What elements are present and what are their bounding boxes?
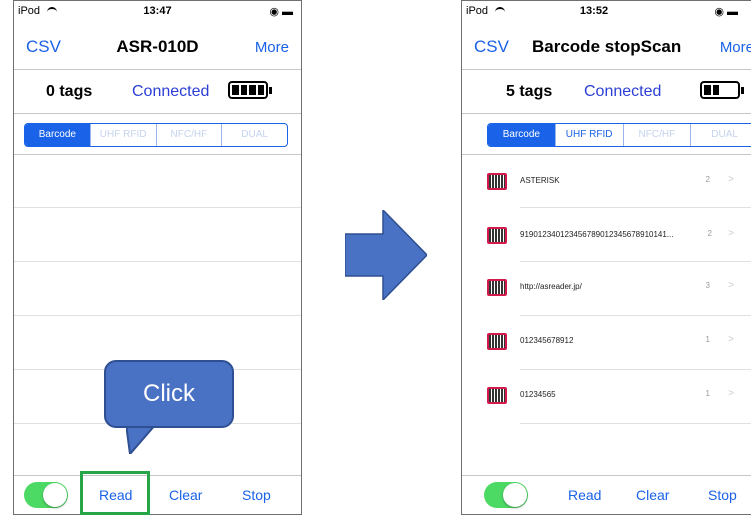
- empty-row-divider: [14, 261, 301, 262]
- empty-row-divider: [14, 315, 301, 316]
- read-button[interactable]: Read: [568, 487, 601, 503]
- barcode-icon: [487, 173, 507, 190]
- clear-button[interactable]: Clear: [169, 487, 202, 503]
- right-arrow-icon: [345, 210, 427, 300]
- status-info-bar: 0 tags Connected: [14, 71, 301, 113]
- read-count: 2: [707, 229, 712, 238]
- barcode-icon: [487, 279, 507, 296]
- battery-status-icon: ◉ ▬: [714, 6, 738, 18]
- row-divider: [520, 207, 751, 208]
- page-title: Barcode stopScan: [532, 37, 682, 56]
- chevron-right-icon: >: [728, 280, 734, 291]
- divider: [14, 69, 301, 70]
- divider: [14, 113, 301, 114]
- read-count: 3: [705, 281, 710, 290]
- status-time: 13:52: [579, 5, 609, 17]
- reader-battery-icon: [700, 81, 744, 99]
- barcode-value: 012345678912: [520, 336, 574, 345]
- stop-button[interactable]: Stop: [242, 487, 271, 503]
- divider: [462, 113, 751, 114]
- barcode-icon: [487, 227, 507, 244]
- row-divider: [520, 423, 751, 424]
- scan-toggle[interactable]: [484, 482, 528, 508]
- callout-text: Click: [143, 380, 195, 407]
- barcode-value: 919012340123456789012345678910141...: [520, 230, 674, 239]
- bottom-toolbar: Read Clear Stop: [14, 475, 301, 514]
- tab-dual[interactable]: DUAL: [691, 124, 751, 146]
- read-count: 2: [705, 175, 710, 184]
- tag-count: 5 tags: [506, 83, 553, 100]
- list-item[interactable]: 919012340123456789012345678910141... 2 >: [462, 213, 751, 261]
- list-item[interactable]: ASTERISK 2 >: [462, 159, 751, 207]
- clear-button[interactable]: Clear: [636, 487, 669, 503]
- more-button[interactable]: More: [720, 39, 751, 56]
- status-time: 13:47: [143, 5, 172, 17]
- status-bar: iPod 13:52 ◉ ▬: [462, 1, 751, 21]
- tab-nfc-hf[interactable]: NFC/HF: [157, 124, 223, 146]
- list-item[interactable]: 01234565 1 >: [462, 373, 751, 421]
- barcode-icon: [487, 387, 507, 404]
- navigation-bar: CSV Barcode stopScan More: [462, 23, 751, 69]
- list-item[interactable]: 012345678912 1 >: [462, 319, 751, 367]
- barcode-value: ASTERISK: [520, 176, 560, 185]
- more-button[interactable]: More: [255, 39, 289, 56]
- row-divider: [520, 315, 751, 316]
- read-count: 1: [705, 335, 710, 344]
- read-count: 1: [705, 389, 710, 398]
- status-info-bar: 5 tags Connected: [462, 71, 751, 113]
- navigation-bar: CSV ASR-010D More: [14, 23, 301, 69]
- tab-uhf-rfid[interactable]: UHF RFID: [556, 124, 624, 146]
- chevron-right-icon: >: [728, 334, 734, 345]
- barcode-value: 01234565: [520, 390, 556, 399]
- row-divider: [520, 261, 751, 262]
- callout-pointer: [126, 424, 158, 454]
- stop-button[interactable]: Stop: [708, 487, 737, 503]
- connection-status: Connected: [132, 83, 210, 100]
- tab-barcode[interactable]: Barcode: [488, 124, 556, 146]
- barcode-icon: [487, 333, 507, 350]
- status-bar: iPod 13:47 ◉ ▬: [14, 1, 301, 21]
- tab-nfc-hf[interactable]: NFC/HF: [624, 124, 692, 146]
- reader-battery-icon: [228, 81, 272, 99]
- csv-button[interactable]: CSV: [474, 37, 509, 57]
- row-divider: [520, 369, 751, 370]
- divider: [462, 69, 751, 70]
- barcode-value: http://asreader.jp/: [520, 282, 582, 291]
- tab-dual[interactable]: DUAL: [222, 124, 287, 146]
- click-callout: Click: [104, 360, 234, 428]
- right-phone-screen: iPod 13:52 ◉ ▬ CSV Barcode stopScan More…: [461, 0, 751, 515]
- empty-row-divider: [14, 207, 301, 208]
- divider: [462, 154, 751, 155]
- scan-toggle[interactable]: [24, 482, 68, 508]
- read-button-highlight: [80, 471, 150, 515]
- battery-status-icon: ◉ ▬: [269, 6, 293, 18]
- list-item[interactable]: http://asreader.jp/ 3 >: [462, 265, 751, 313]
- bottom-toolbar: Read Clear Stop: [462, 475, 751, 514]
- chevron-right-icon: >: [728, 174, 734, 185]
- divider: [14, 154, 301, 155]
- mode-segmented-control: Barcode UHF RFID NFC/HF DUAL: [24, 123, 288, 147]
- tab-barcode[interactable]: Barcode: [25, 124, 91, 146]
- mode-segmented-control: Barcode UHF RFID NFC/HF DUAL: [487, 123, 751, 147]
- chevron-right-icon: >: [728, 388, 734, 399]
- tab-uhf-rfid[interactable]: UHF RFID: [91, 124, 157, 146]
- connection-status: Connected: [584, 83, 662, 100]
- chevron-right-icon: >: [728, 228, 734, 239]
- tag-count: 0 tags: [46, 83, 93, 100]
